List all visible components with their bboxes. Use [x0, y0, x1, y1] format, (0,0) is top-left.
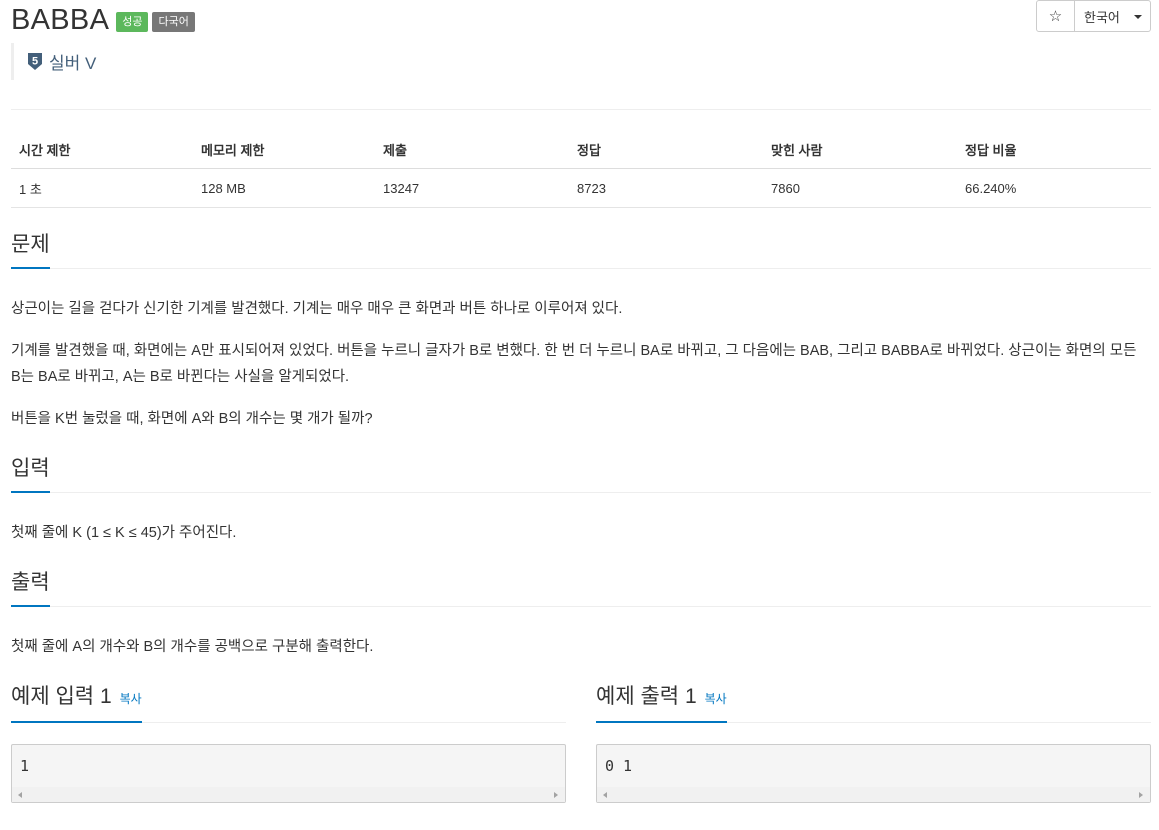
star-icon: ☆ [1048, 8, 1063, 25]
tier-name[interactable]: 실버 V [49, 49, 96, 74]
favorite-button[interactable]: ☆ [1036, 0, 1075, 32]
scroll-right-arrow-icon[interactable] [1139, 792, 1143, 798]
scroll-left-arrow-icon[interactable] [603, 792, 607, 798]
header-accept-ratio: 정답 비율 [957, 130, 1151, 169]
section-heading-input: 입력 [11, 455, 50, 493]
copy-output-button[interactable]: 복사 [705, 692, 727, 706]
sample-output-content: 0 1 [605, 757, 633, 775]
success-badge[interactable]: 성공 [116, 12, 149, 32]
section-headline: 예제 출력 1 복사 [596, 684, 1151, 723]
problem-info-table: 시간 제한 메모리 제한 제출 정답 맞힌 사람 정답 비율 1 초 128 M… [11, 130, 1151, 208]
scroll-left-arrow-icon[interactable] [18, 792, 22, 798]
section-headline: 출력 [11, 568, 1151, 607]
problem-paragraph: 기계를 발견했을 때, 화면에는 A만 표시되어져 있었다. 버튼을 누르니 글… [11, 343, 1137, 385]
problem-description-section: 문제 상근이는 길을 걷다가 신기한 기계를 발견했다. 기계는 매우 매우 큰… [11, 230, 1151, 427]
sample-input-heading: 예제 입력 1 복사 [11, 683, 142, 723]
section-heading-problem: 문제 [11, 231, 50, 269]
title-row: BABBA 성공 다국어 [11, 0, 195, 40]
language-dropdown[interactable]: 한국어 [1074, 0, 1151, 32]
output-section: 출력 첫째 줄에 A의 개수와 B의 개수를 공백으로 구분해 출력한다. [11, 568, 1151, 655]
table-row: 1 초 128 MB 13247 8723 7860 66.240% [11, 168, 1151, 208]
cell-submissions: 13247 [375, 168, 569, 208]
output-description: 첫째 줄에 A의 개수와 B의 개수를 공백으로 구분해 출력한다. [11, 639, 374, 655]
input-section: 입력 첫째 줄에 K (1 ≤ K ≤ 45)가 주어진다. [11, 454, 1151, 541]
sample-input-box[interactable]: 1 [11, 744, 566, 803]
header-time-limit: 시간 제한 [11, 130, 193, 169]
sample-output-box[interactable]: 0 1 [596, 744, 1151, 803]
header-solved-users: 맞힌 사람 [763, 130, 957, 169]
section-headline: 예제 입력 1 복사 [11, 684, 566, 723]
multilang-badge[interactable]: 다국어 [152, 12, 195, 32]
divider [11, 109, 1151, 110]
caret-down-icon [1134, 15, 1142, 19]
tier-level: 5 [32, 56, 38, 68]
problem-title: BABBA [11, 4, 110, 36]
sample-output-title: 예제 출력 1 [596, 685, 697, 708]
problem-paragraph: 버튼을 K번 눌렀을 때, 화면에 A와 B의 개수는 몇 개가 될까? [11, 411, 373, 427]
cell-memory-limit: 128 MB [193, 168, 375, 208]
sample-output-heading: 예제 출력 1 복사 [596, 683, 727, 723]
input-description: 첫째 줄에 K (1 ≤ K ≤ 45)가 주어진다. [11, 525, 237, 541]
sample-input-content: 1 [20, 757, 30, 775]
section-headline: 입력 [11, 454, 1151, 493]
sample-input-section: 예제 입력 1 복사 1 [11, 684, 566, 803]
sample-input-title: 예제 입력 1 [11, 685, 112, 708]
sample-output-section: 예제 출력 1 복사 0 1 [596, 684, 1151, 803]
scroll-right-arrow-icon[interactable] [554, 792, 558, 798]
header-memory-limit: 메모리 제한 [193, 130, 375, 169]
tier-shield-icon: 5 [28, 53, 42, 70]
table-header-row: 시간 제한 메모리 제한 제출 정답 맞힌 사람 정답 비율 [11, 130, 1151, 169]
section-headline: 문제 [11, 230, 1151, 269]
cell-accepted: 8723 [569, 168, 763, 208]
header-accepted: 정답 [569, 130, 763, 169]
section-heading-output: 출력 [11, 569, 50, 607]
cell-time-limit: 1 초 [11, 168, 193, 208]
horizontal-scrollbar[interactable] [12, 787, 565, 802]
cell-accept-ratio: 66.240% [957, 168, 1151, 208]
cell-solved-users: 7860 [763, 168, 957, 208]
language-label: 한국어 [1084, 9, 1120, 25]
header-submissions: 제출 [375, 130, 569, 169]
horizontal-scrollbar[interactable] [597, 787, 1150, 802]
problem-toolbar: ☆ 한국어 [1036, 0, 1151, 32]
tier-block: 5 실버 V [11, 43, 96, 80]
copy-input-button[interactable]: 복사 [120, 692, 142, 706]
problem-paragraph: 상근이는 길을 걷다가 신기한 기계를 발견했다. 기계는 매우 매우 큰 화면… [11, 301, 623, 317]
